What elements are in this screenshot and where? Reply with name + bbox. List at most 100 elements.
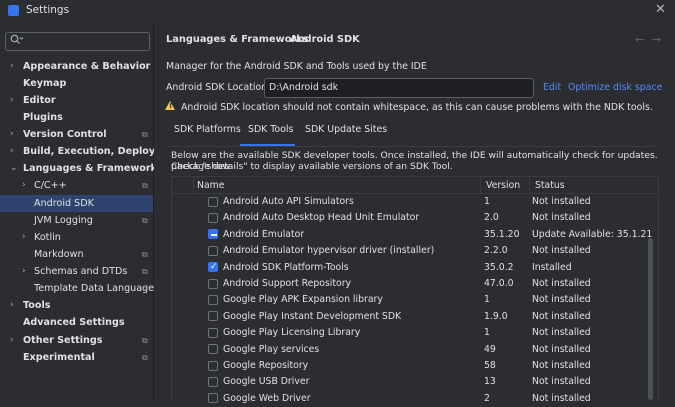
chevron-right-icon[interactable]: › bbox=[22, 263, 26, 280]
table-scrollbar[interactable] bbox=[648, 238, 653, 400]
chevron-right-icon[interactable]: › bbox=[10, 126, 14, 143]
chevron-right-icon[interactable]: › bbox=[10, 297, 14, 314]
row-checkbox[interactable]: ✓ bbox=[208, 262, 218, 273]
row-checkbox[interactable] bbox=[208, 212, 218, 223]
chevron-right-icon[interactable]: › bbox=[22, 229, 26, 246]
sidebar-item-label: Languages & Frameworks bbox=[23, 163, 163, 175]
sidebar-item-label: Experimental bbox=[23, 351, 95, 363]
row-checkbox[interactable] bbox=[208, 327, 218, 338]
row-checkbox[interactable] bbox=[208, 245, 218, 256]
chevron-right-icon[interactable]: › bbox=[10, 58, 14, 75]
info-text-line-2: package details" to display available ve… bbox=[171, 161, 453, 172]
close-icon[interactable]: ✕ bbox=[655, 2, 666, 17]
sdk-location-label: Android SDK Location: bbox=[166, 82, 271, 93]
row-version: 49 bbox=[484, 343, 496, 355]
row-status: Not installed bbox=[532, 294, 591, 306]
breadcrumb-parent[interactable]: Languages & Frameworks bbox=[166, 34, 309, 45]
row-status: Installed bbox=[532, 261, 572, 273]
sidebar-item[interactable]: Plugins bbox=[0, 109, 153, 126]
row-name: Android Auto API Simulators bbox=[223, 196, 354, 207]
chevron-right-icon[interactable]: › bbox=[10, 332, 14, 349]
row-version: 2.2.0 bbox=[484, 245, 508, 257]
sidebar-item[interactable]: › Schemas and DTDs ⧉ bbox=[0, 263, 153, 280]
sidebar-item[interactable]: › Version Control ⧉ bbox=[0, 126, 153, 143]
sidebar-item-label: Plugins bbox=[23, 111, 63, 123]
back-arrow-icon[interactable]: ← bbox=[635, 33, 644, 46]
project-settings-icon: ⧉ bbox=[142, 267, 148, 277]
row-checkbox[interactable] bbox=[208, 393, 218, 404]
sidebar-item[interactable]: Advanced Settings bbox=[0, 314, 153, 331]
row-name: Google Web Driver bbox=[223, 392, 311, 404]
row-version: 13 bbox=[484, 376, 496, 388]
sidebar-item-label: Android SDK bbox=[34, 197, 94, 209]
project-settings-icon: ⧉ bbox=[142, 335, 148, 345]
row-checkbox[interactable] bbox=[208, 311, 218, 322]
row-checkbox[interactable] bbox=[208, 196, 218, 207]
sidebar-item[interactable]: JVM Logging ⧉ bbox=[0, 212, 153, 229]
sidebar-item[interactable]: › Editor bbox=[0, 92, 153, 109]
row-status: Not installed bbox=[532, 196, 591, 207]
chevron-right-icon[interactable]: › bbox=[10, 92, 14, 109]
sidebar-item[interactable]: Android SDK bbox=[0, 194, 153, 212]
sidebar-item[interactable]: Experimental ⧉ bbox=[0, 349, 153, 366]
row-name: Android Auto Desktop Head Unit Emulator bbox=[223, 212, 420, 224]
row-checkbox[interactable] bbox=[208, 376, 218, 387]
sidebar-item[interactable]: › Other Settings ⧉ bbox=[0, 332, 153, 349]
edit-link[interactable]: Edit bbox=[543, 82, 561, 93]
column-separator bbox=[480, 177, 481, 193]
row-checkbox[interactable] bbox=[208, 344, 218, 355]
column-separator bbox=[193, 177, 194, 193]
row-status: Not installed bbox=[532, 278, 591, 289]
search-input[interactable] bbox=[5, 32, 150, 51]
sidebar-item[interactable]: Template Data Languages ⧉ bbox=[0, 280, 159, 297]
row-version: 1.9.0 bbox=[484, 310, 508, 322]
column-header-status[interactable]: Status bbox=[535, 180, 565, 191]
sidebar-item[interactable]: Markdown ⧉ bbox=[0, 246, 153, 263]
sidebar-item-label: C/C++ bbox=[34, 180, 67, 192]
app-icon bbox=[8, 5, 19, 16]
row-name: Google Play APK Expansion library bbox=[223, 294, 383, 306]
forward-arrow-icon[interactable]: → bbox=[652, 33, 661, 46]
row-checkbox[interactable] bbox=[208, 294, 218, 305]
optimize-disk-space-link[interactable]: Optimize disk space bbox=[568, 82, 662, 93]
sidebar-item-label: Editor bbox=[23, 94, 56, 106]
tab-sdk-tools[interactable]: SDK Tools bbox=[248, 124, 293, 135]
row-checkbox[interactable] bbox=[208, 360, 218, 371]
row-status: Not installed bbox=[532, 327, 591, 339]
tab-sdk-update-sites[interactable]: SDK Update Sites bbox=[305, 124, 387, 135]
row-version: 58 bbox=[484, 360, 496, 371]
sidebar-item[interactable]: › Appearance & Behavior bbox=[0, 58, 153, 75]
row-status: Not installed bbox=[532, 310, 591, 322]
tab-sdk-platforms[interactable]: SDK Platforms bbox=[174, 124, 241, 135]
sidebar-item[interactable]: › Tools bbox=[0, 297, 153, 314]
sidebar-item[interactable]: ⌄ Languages & Frameworks bbox=[0, 160, 163, 177]
sidebar-item-label: Kotlin bbox=[34, 231, 61, 243]
sidebar-item[interactable]: Keymap bbox=[0, 75, 153, 92]
row-name: Google USB Driver bbox=[223, 376, 310, 388]
row-checkbox[interactable] bbox=[208, 229, 218, 240]
search-icon bbox=[10, 34, 24, 48]
breadcrumb-separator: › bbox=[279, 34, 283, 45]
sidebar-item[interactable]: › Build, Execution, Deployment bbox=[0, 143, 183, 160]
sidebar-item[interactable]: › C/C++ ⧉ bbox=[0, 177, 153, 194]
row-name: Google Play Licensing Library bbox=[223, 327, 361, 339]
chevron-right-icon[interactable]: › bbox=[10, 143, 14, 160]
title-bar bbox=[0, 0, 675, 22]
row-checkbox[interactable] bbox=[208, 278, 218, 289]
checkmark-icon: ✓ bbox=[210, 262, 218, 273]
row-name: Android Emulator hypervisor driver (inst… bbox=[223, 245, 435, 257]
chevron-down-icon[interactable]: ⌄ bbox=[10, 160, 18, 177]
column-header-version[interactable]: Version bbox=[486, 180, 520, 191]
row-version: 1 bbox=[484, 196, 490, 207]
warning-icon-mark: ! bbox=[169, 102, 173, 110]
chevron-right-icon[interactable]: › bbox=[22, 177, 26, 194]
window-title: Settings bbox=[26, 4, 70, 16]
sidebar-item-label: Tools bbox=[23, 300, 51, 312]
column-header-name[interactable]: Name bbox=[197, 180, 224, 191]
sidebar-item-label: Version Control bbox=[23, 129, 107, 141]
row-status: Not installed bbox=[532, 376, 591, 388]
row-name: Google Play Instant Development SDK bbox=[223, 310, 402, 322]
sidebar-item[interactable]: › Kotlin bbox=[0, 229, 153, 246]
row-version: 1 bbox=[484, 327, 490, 339]
row-name: Android SDK Platform-Tools bbox=[223, 261, 349, 273]
